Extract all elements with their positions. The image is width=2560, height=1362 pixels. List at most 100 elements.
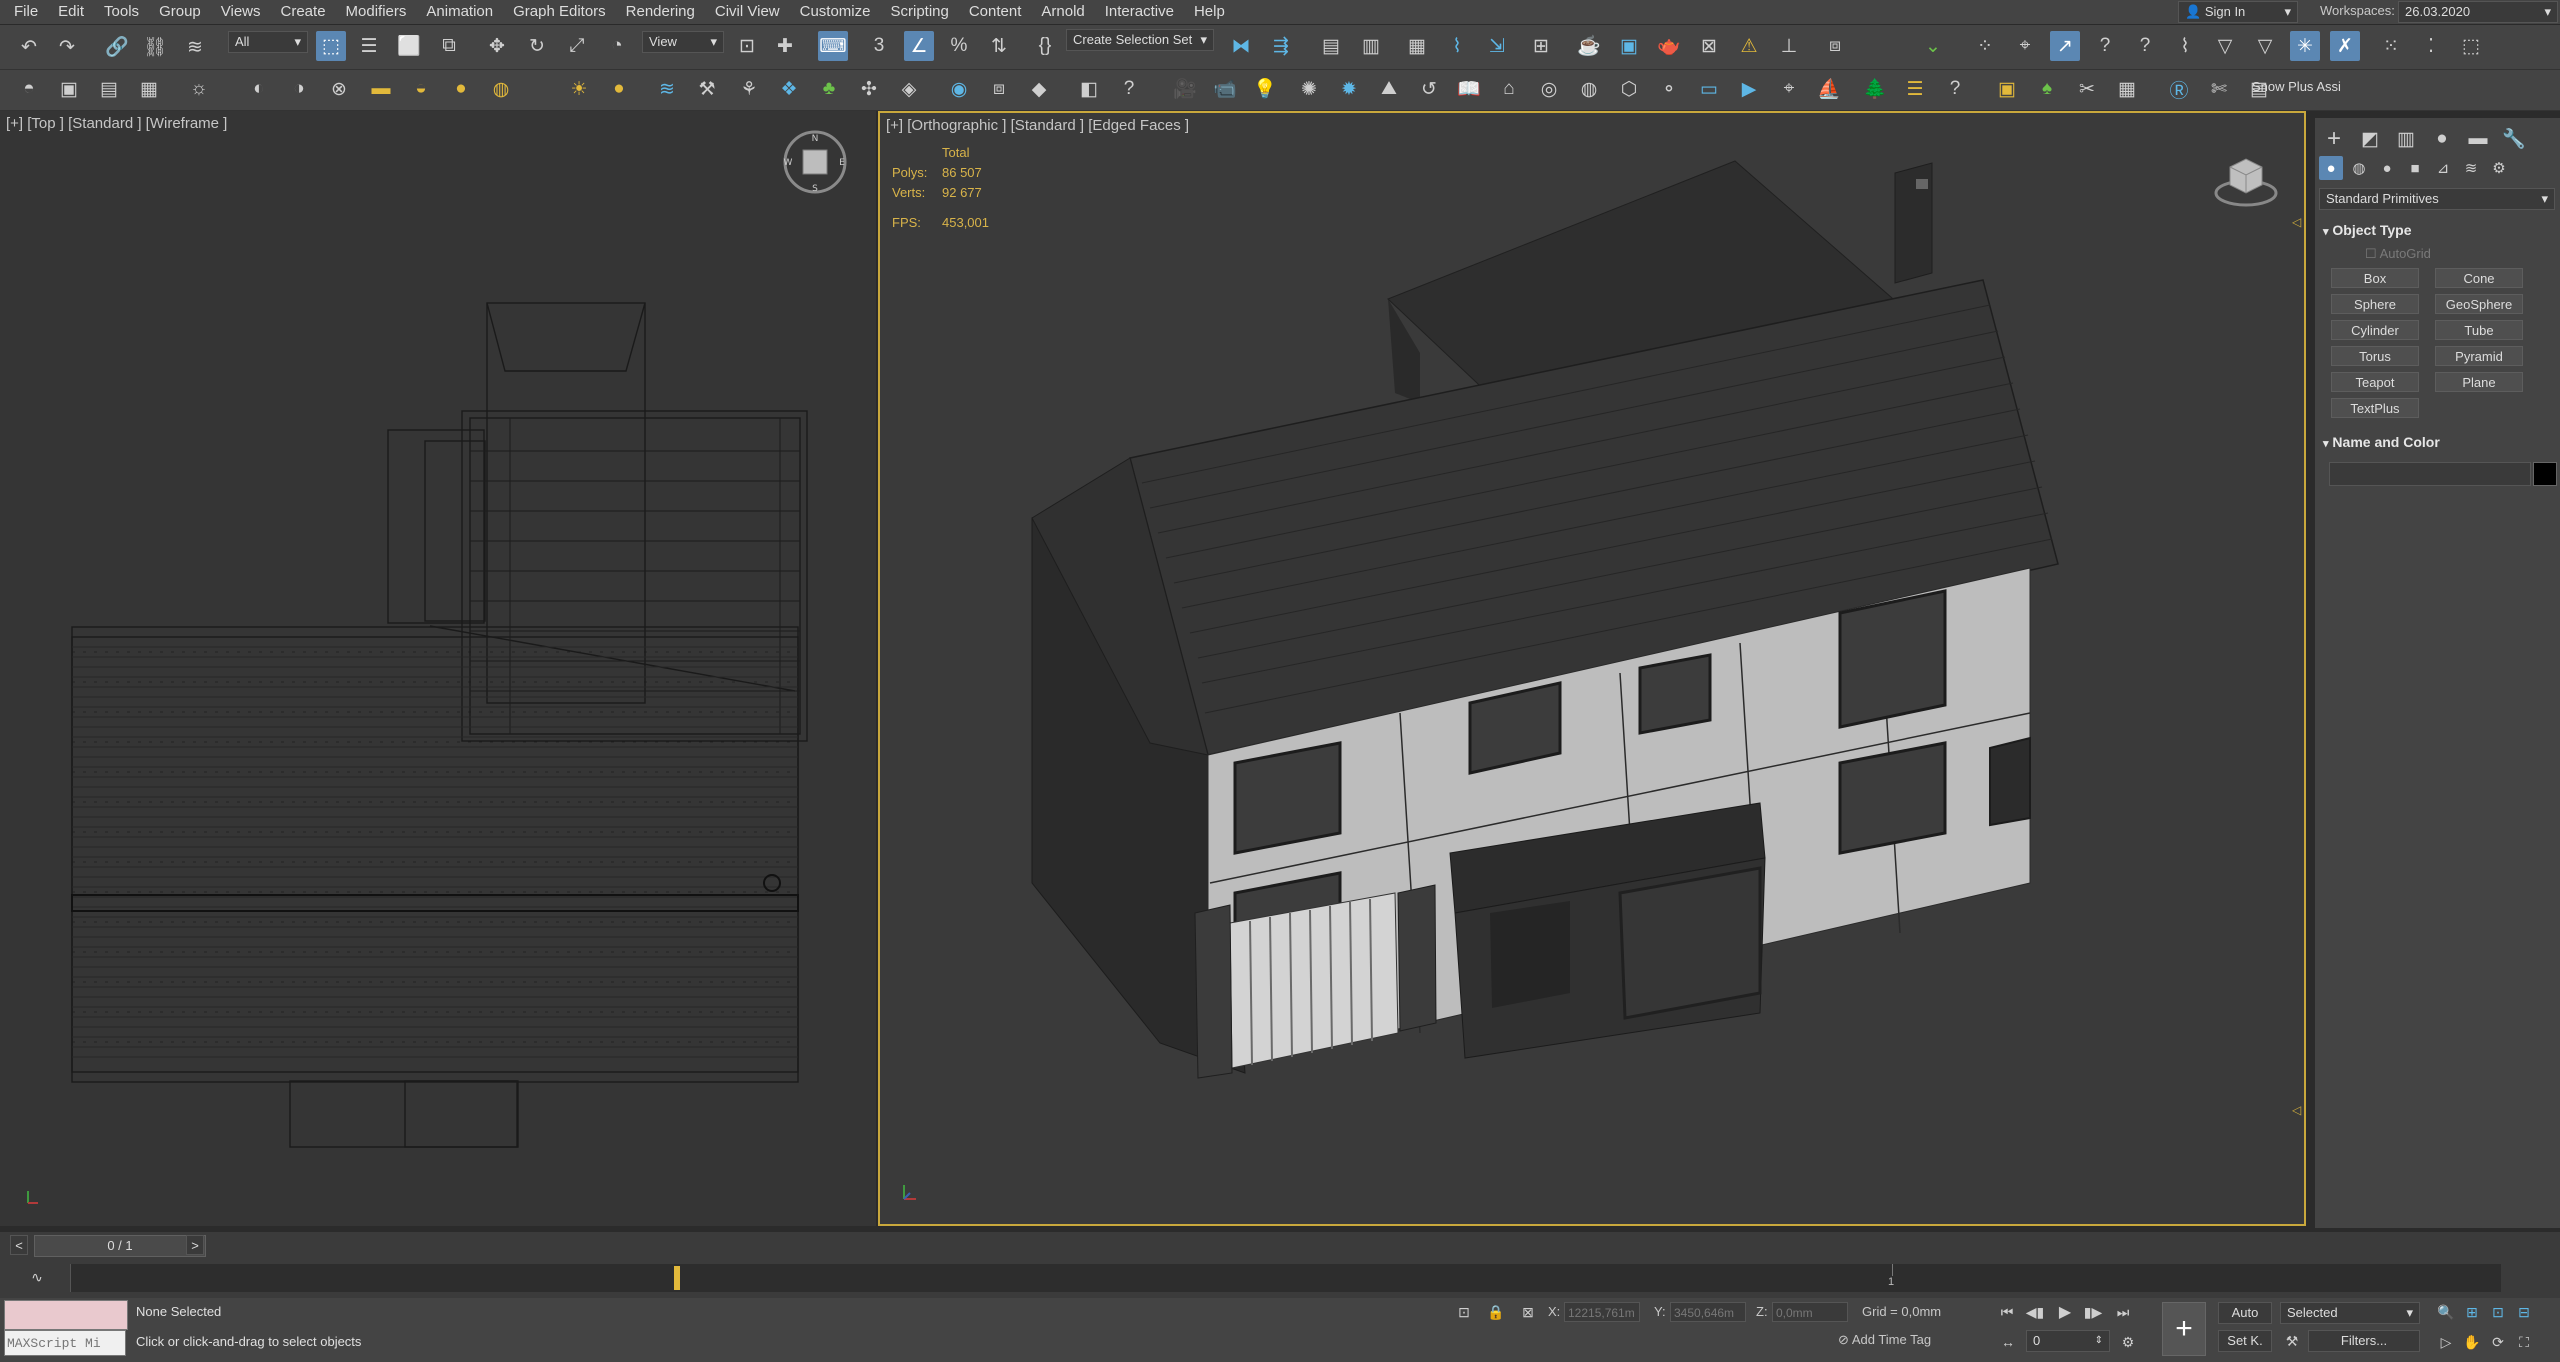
forest-pack-icon[interactable]: ▣ xyxy=(1992,74,2022,104)
set-key-button[interactable]: Set K. xyxy=(2218,1330,2272,1352)
menu-item-help[interactable]: Help xyxy=(1184,0,1235,24)
menu-item-graph-editors[interactable]: Graph Editors xyxy=(503,0,616,24)
menu-item-file[interactable]: File xyxy=(4,0,48,24)
mirror-icon[interactable]: ⧓ xyxy=(1226,31,1256,61)
zoom-extents-icon[interactable]: ⊡ xyxy=(2486,1300,2510,1324)
snap-options-icon[interactable]: ⁚ xyxy=(2416,31,2446,61)
spinner-snap-icon[interactable]: ⇅ xyxy=(984,31,1014,61)
book-icon[interactable]: 📖 xyxy=(1454,74,1484,104)
lamp-icon[interactable]: ⌂ xyxy=(1494,74,1524,104)
cameras-icon[interactable]: ■ xyxy=(2403,156,2427,180)
texture-icon[interactable]: ▤ xyxy=(94,74,124,104)
snap-grid-icon[interactable]: ⁘ xyxy=(1970,31,2000,61)
selection-filter-dropdown[interactable]: All ▾ xyxy=(228,31,308,53)
play-icon[interactable]: ▶ xyxy=(2052,1300,2078,1324)
go-to-start-icon[interactable]: ⏮ xyxy=(1994,1300,2020,1324)
modify-tab-icon[interactable]: ◩ xyxy=(2355,124,2385,154)
object-name-input[interactable] xyxy=(2329,462,2531,486)
snap-face-icon[interactable]: ⌇ xyxy=(2170,31,2200,61)
list-icon[interactable]: ☰ xyxy=(1900,74,1930,104)
table-icon[interactable]: ▦ xyxy=(2112,74,2142,104)
redo-icon[interactable]: ↷ xyxy=(52,32,82,62)
menu-item-rendering[interactable]: Rendering xyxy=(616,0,705,24)
help-icon[interactable]: ? xyxy=(1940,74,1970,104)
isolate-selection-icon[interactable]: ⊡ xyxy=(1452,1300,1476,1324)
blob-icon[interactable]: ❖ xyxy=(774,74,804,104)
menu-item-edit[interactable]: Edit xyxy=(48,0,94,24)
y-coordinate-field[interactable]: 3450,646m xyxy=(1670,1302,1746,1322)
snap-tangent-icon[interactable]: ✗ xyxy=(2330,31,2360,61)
menu-item-tools[interactable]: Tools xyxy=(94,0,149,24)
omni-light-icon[interactable]: ✺ xyxy=(1294,74,1324,104)
snap-grid-points-icon[interactable]: ⁙ xyxy=(2376,31,2406,61)
warning-icon[interactable]: ⚠ xyxy=(1734,31,1764,61)
snap-vertex-icon[interactable]: ⌖ xyxy=(2010,31,2040,61)
snap-pivot-icon[interactable]: ▽ xyxy=(2210,31,2240,61)
box-map-icon[interactable]: ◆ xyxy=(1024,74,1054,104)
window-crossing-icon[interactable]: ⧉ xyxy=(434,31,464,61)
track-bar[interactable]: ∿ 1 xyxy=(0,1258,2560,1298)
ribbon-toggle-icon[interactable]: ▦ xyxy=(1402,31,1432,61)
primitive-button-box[interactable]: Box xyxy=(2331,268,2419,288)
new-key-button[interactable]: + xyxy=(2162,1302,2206,1356)
railclone-icon[interactable]: ♠ xyxy=(2032,74,2062,104)
pin-icon[interactable]: ⊥ xyxy=(1774,31,1804,61)
scissors-icon[interactable]: ✄ xyxy=(2204,74,2234,104)
chamfer-icon[interactable]: ◧ xyxy=(1074,74,1104,104)
shell-icon[interactable]: ◈ xyxy=(894,74,924,104)
viewport-top[interactable]: [+] [Top ] [Standard ] [Wireframe ] N S … xyxy=(0,111,876,1226)
menu-item-civil-view[interactable]: Civil View xyxy=(705,0,790,24)
time-configuration-icon[interactable]: ⚙ xyxy=(2116,1330,2140,1354)
utilities-tab-icon[interactable]: 🔧 xyxy=(2499,124,2529,154)
light-lister-icon[interactable]: ☼ xyxy=(184,74,214,104)
maximize-viewport-icon[interactable]: ⛶ xyxy=(2512,1330,2536,1354)
selection-set-dropdown[interactable]: Selected ▾ xyxy=(2280,1302,2420,1324)
key-filters-button[interactable]: Filters... xyxy=(2308,1330,2420,1352)
geometry-icon[interactable]: ● xyxy=(2319,156,2343,180)
maxscript-listener[interactable] xyxy=(4,1300,128,1330)
time-marker[interactable] xyxy=(674,1266,680,1290)
align-icon[interactable]: ⇶ xyxy=(1266,31,1296,61)
torus-icon[interactable]: ◍ xyxy=(486,74,516,104)
add-time-tag-button[interactable]: ⊘ Add Time Tag xyxy=(1838,1332,1931,1348)
rc-icon[interactable]: Ⓡ xyxy=(2164,74,2194,104)
pivot-center-icon[interactable]: ⊡ xyxy=(732,31,762,61)
angle-snap-icon[interactable]: ∠ xyxy=(904,31,934,61)
orbit-icon[interactable]: ⟳ xyxy=(2486,1330,2510,1354)
motion-tab-icon[interactable]: ● xyxy=(2427,124,2457,154)
scene-icon[interactable]: ⬡ xyxy=(1614,74,1644,104)
color-swatch[interactable] xyxy=(2533,462,2557,486)
snap-override-icon[interactable]: ⬚ xyxy=(2456,31,2486,61)
lock-icon[interactable]: 🔒 xyxy=(1484,1300,1508,1324)
teapot-icon[interactable]: ◓ xyxy=(14,74,44,104)
rotate-scene-icon[interactable]: ↺ xyxy=(1414,74,1444,104)
field-of-view-icon[interactable]: ▷ xyxy=(2434,1330,2458,1354)
menu-item-group[interactable]: Group xyxy=(149,0,211,24)
primitive-button-torus[interactable]: Torus xyxy=(2331,346,2419,366)
render-setup-icon[interactable]: ☕ xyxy=(1574,31,1604,61)
pan-icon[interactable]: ✋ xyxy=(2460,1330,2484,1354)
menu-item-create[interactable]: Create xyxy=(271,0,336,24)
film-camera-icon[interactable]: 🎥 xyxy=(1170,74,1200,104)
env-icon[interactable]: ◍ xyxy=(1574,74,1604,104)
render-iterative-icon[interactable]: ⊠ xyxy=(1694,31,1724,61)
move-icon[interactable]: ✥ xyxy=(482,31,512,61)
help-circle-icon[interactable]: ? xyxy=(1114,74,1144,104)
menu-item-scripting[interactable]: Scripting xyxy=(880,0,958,24)
zoom-icon[interactable]: 🔍 xyxy=(2434,1300,2458,1324)
primitive-button-pyramid[interactable]: Pyramid xyxy=(2435,346,2523,366)
undo-icon[interactable]: ↶ xyxy=(14,32,44,62)
spacewarps-icon[interactable]: ≋ xyxy=(2459,156,2483,180)
globe-icon[interactable]: ◉ xyxy=(944,74,974,104)
name-color-rollout[interactable]: ▾ Name and Color xyxy=(2323,431,2555,453)
collapse-toolbar-icon[interactable]: ⌄ xyxy=(1918,31,1948,61)
edit-named-selection-icon[interactable]: {} xyxy=(1030,31,1060,61)
brush-icon[interactable]: ⚒ xyxy=(692,74,722,104)
auto-key-button[interactable]: Auto xyxy=(2218,1302,2272,1324)
time-slider[interactable]: < 0 / 1 > xyxy=(0,1232,2560,1258)
absolute-mode-icon[interactable]: ⊠ xyxy=(1516,1300,1540,1324)
primitive-button-geosphere[interactable]: GeoSphere xyxy=(2435,294,2523,314)
select-by-name-icon[interactable]: ☰ xyxy=(354,31,384,61)
named-selection-dropdown[interactable]: Create Selection Set ▾ xyxy=(1066,29,1214,51)
grid-icon[interactable]: ▦ xyxy=(134,74,164,104)
